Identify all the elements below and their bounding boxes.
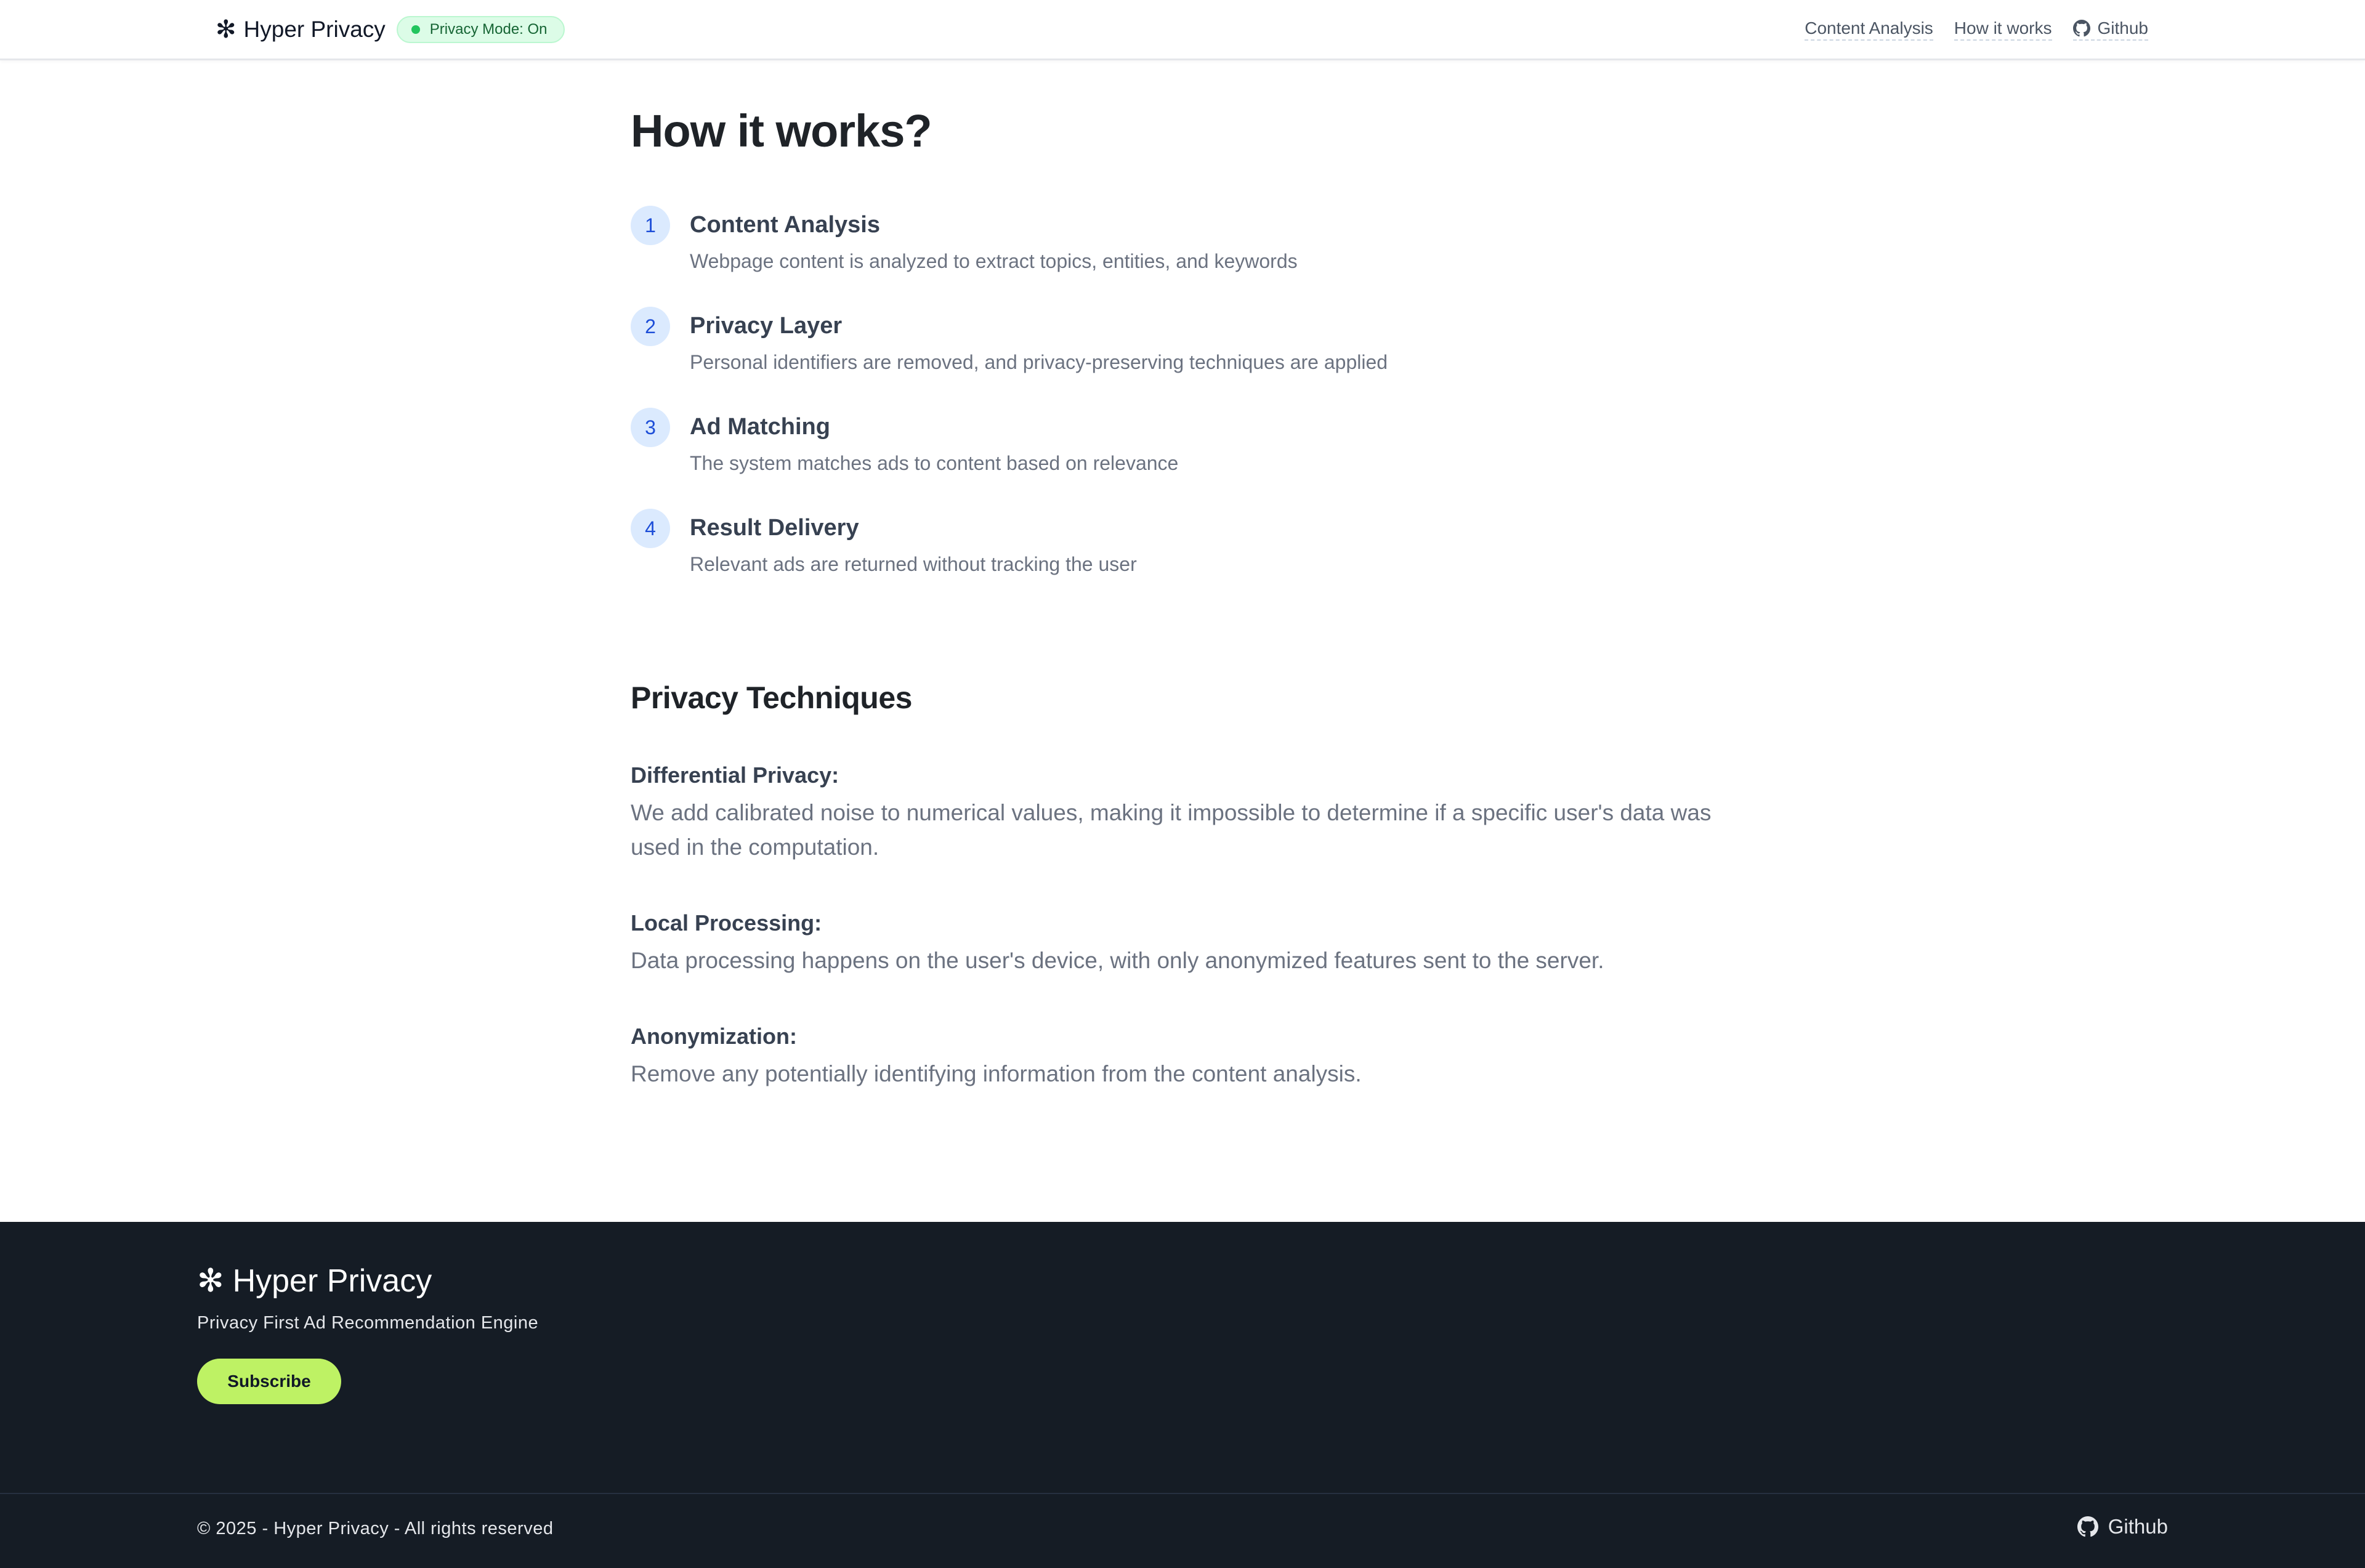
nav-link-content-analysis[interactable]: Content Analysis [1805, 18, 1933, 41]
step-title: Content Analysis [690, 212, 880, 238]
nav-link-how-it-works[interactable]: How it works [1954, 18, 2052, 41]
brand-logo[interactable]: ✻ Hyper Privacy Privacy Mode: On [216, 0, 565, 59]
step-number-badge: 1 [631, 206, 670, 245]
technique-label: Differential Privacy: [631, 762, 839, 788]
asterisk-icon: ✻ [216, 16, 236, 43]
step-title: Ad Matching [690, 414, 830, 440]
privacy-mode-label: Privacy Mode: On [429, 21, 548, 38]
github-icon [2077, 1516, 2098, 1537]
nav-link-github[interactable]: Github [2072, 18, 2149, 41]
site-footer: ✻ Hyper Privacy Privacy First Ad Recomme… [0, 1222, 2365, 1568]
step-description: The system matches ads to content based … [690, 452, 1179, 474]
page-title: How it works? [631, 105, 932, 156]
nav-github-label: Github [2097, 18, 2149, 38]
footer-github-link[interactable]: Github [2077, 1515, 2168, 1538]
subscribe-button[interactable]: Subscribe [197, 1359, 341, 1404]
technique-label: Local Processing: [631, 910, 822, 936]
footer-tagline: Privacy First Ad Recommendation Engine [197, 1313, 539, 1333]
step-number-badge: 2 [631, 307, 670, 346]
technique-label: Anonymization: [631, 1024, 797, 1049]
step-description: Personal identifiers are removed, and pr… [690, 351, 1388, 373]
privacy-techniques-heading: Privacy Techniques [631, 681, 912, 715]
technique-description: Remove any potentially identifying infor… [631, 1061, 1362, 1086]
top-nav: Content Analysis How it works Github [1784, 0, 2148, 59]
technique-description: We add calibrated noise to numerical val… [631, 800, 1712, 860]
status-dot-icon [411, 25, 420, 34]
step-number-badge: 4 [631, 509, 670, 548]
step-description: Relevant ads are returned without tracki… [690, 553, 1137, 575]
privacy-mode-badge: Privacy Mode: On [396, 16, 565, 43]
step-number-badge: 3 [631, 408, 670, 447]
technique-anonymization: Anonymization: Remove any potentially id… [631, 1024, 1739, 1091]
footer-divider [0, 1493, 2365, 1494]
step-description: Webpage content is analyzed to extract t… [690, 250, 1298, 272]
site-header: ✻ Hyper Privacy Privacy Mode: On Content… [0, 0, 2365, 60]
copyright-text: © 2025 - Hyper Privacy - All rights rese… [197, 1519, 554, 1538]
technique-local-processing: Local Processing: Data processing happen… [631, 910, 1739, 978]
step-title: Privacy Layer [690, 313, 843, 339]
footer-brand-name: Hyper Privacy [232, 1263, 432, 1299]
step-title: Result Delivery [690, 515, 859, 541]
footer-github-label: Github [2108, 1515, 2168, 1538]
footer-brand[interactable]: ✻ Hyper Privacy [197, 1263, 432, 1299]
technique-differential-privacy: Differential Privacy: We add calibrated … [631, 762, 1739, 865]
github-icon [2072, 20, 2090, 37]
asterisk-icon: ✻ [197, 1263, 224, 1299]
technique-description: Data processing happens on the user's de… [631, 948, 1604, 973]
brand-name[interactable]: Hyper Privacy [244, 17, 386, 42]
